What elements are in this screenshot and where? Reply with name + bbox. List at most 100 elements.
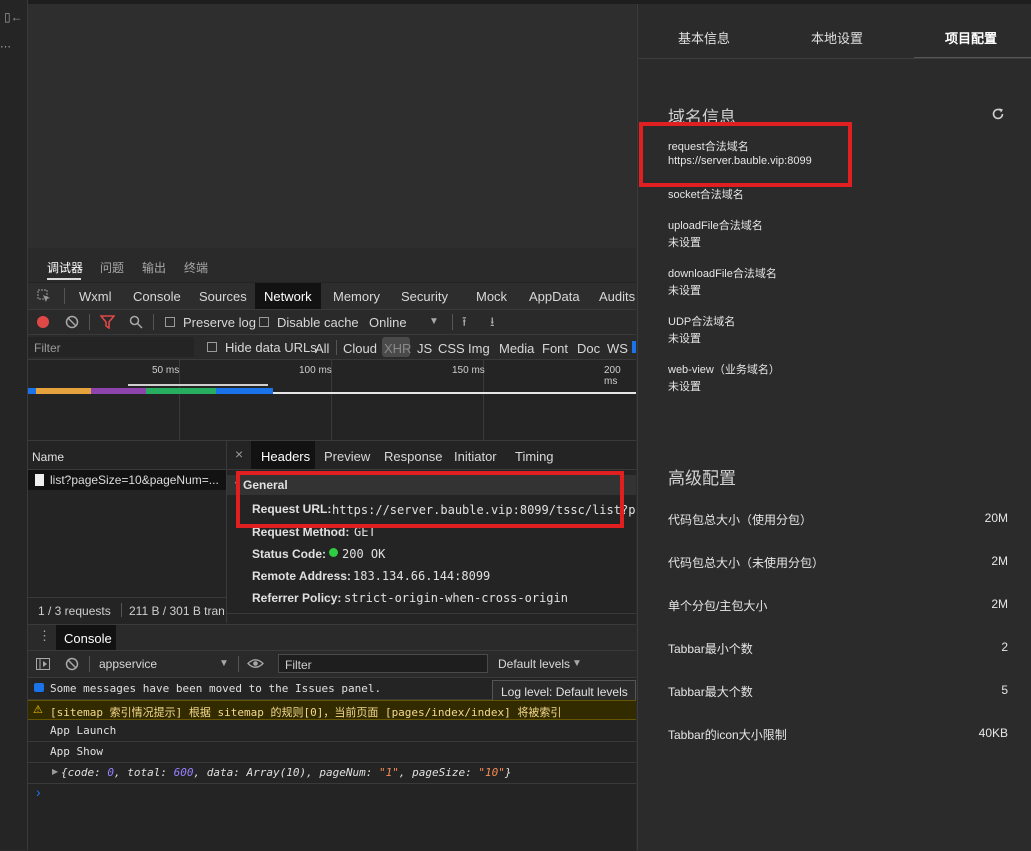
refresh-icon[interactable] [991, 107, 1005, 121]
tab-basic-info[interactable]: 基本信息 [678, 28, 730, 47]
timeline-bar-white [273, 392, 636, 394]
context-select[interactable]: appservice [99, 657, 157, 671]
filter-type-js[interactable]: JS [417, 341, 432, 356]
show-sidebar-icon[interactable] [36, 658, 50, 670]
table-row[interactable]: list?pageSize=10&pageNum=... [28, 470, 226, 490]
search-icon[interactable] [129, 315, 143, 329]
tab-security[interactable]: Security [401, 289, 448, 304]
domain-socket-label: socket合法域名 [668, 189, 744, 201]
console-object-row[interactable]: ▶ {code: 0, total: 600, data: Array(10),… [28, 763, 636, 784]
console-log-row: App Launch [28, 721, 636, 742]
filter-type-media[interactable]: Media [499, 341, 534, 356]
collapse-panel-icon[interactable]: ▯← [4, 10, 23, 24]
tab-memory[interactable]: Memory [333, 289, 380, 304]
filter-bar: Filter Hide data URLs All Cloud XHR JS C… [28, 335, 636, 360]
request-list: Name list?pageSize=10&pageNum=... 1 / 3 … [28, 441, 227, 623]
tab-initiator[interactable]: Initiator [454, 449, 497, 464]
export-har-icon[interactable]: ⭳ [490, 313, 495, 335]
levels-chevron-down-icon[interactable]: ▼ [572, 658, 582, 669]
expand-arrow-icon[interactable]: ▶ [52, 767, 58, 776]
tab-sources[interactable]: Sources [199, 289, 247, 304]
tab-mock[interactable]: Mock [476, 289, 507, 304]
tab-headers[interactable]: Headers [261, 449, 310, 464]
filter-type-xhr[interactable]: XHR [384, 341, 411, 356]
live-expression-eye-icon[interactable] [247, 658, 264, 669]
filter-type-img[interactable]: Img [468, 341, 490, 356]
referrer-policy-value: strict-origin-when-cross-origin [344, 591, 568, 605]
info-chat-icon [34, 683, 44, 692]
domain-download-value: 未设置 [668, 285, 701, 297]
tab-preview[interactable]: Preview [324, 449, 370, 464]
adv-row-value: 40KB [978, 726, 1008, 740]
project-settings-panel: 基本信息 本地设置 项目配置 域名信息 request合法域名 https://… [637, 4, 1031, 850]
console-filter-box[interactable]: Filter [278, 654, 488, 673]
domain-udp-label: UDP合法域名 [668, 316, 736, 328]
filter-input[interactable]: Filter [34, 341, 61, 355]
tab-project-config[interactable]: 项目配置 [945, 28, 997, 47]
simulator-area [28, 4, 636, 248]
obj-total-key: total [127, 766, 161, 779]
filter-type-ws[interactable]: WS [607, 341, 628, 356]
obj-pagesize-val: "10" [478, 766, 505, 779]
tab-network[interactable]: Network [264, 289, 312, 304]
timeline-tick-200: 200 ms [604, 365, 621, 387]
throttle-select[interactable]: Online [369, 315, 407, 330]
tab-output[interactable]: 输出 [142, 259, 166, 276]
domain-webview-value: 未设置 [668, 381, 701, 393]
context-chevron-down-icon[interactable]: ▼ [219, 658, 229, 669]
tab-issues[interactable]: 问题 [100, 259, 124, 276]
console-message-text: Some messages have been moved to the Iss… [50, 682, 382, 695]
hide-data-urls-checkbox[interactable] [207, 342, 217, 352]
more-icon[interactable]: ⋯ [0, 40, 11, 53]
status-code-value: 200 OK [342, 547, 386, 561]
tab-appdata[interactable]: AppData [529, 289, 580, 304]
clear-console-icon[interactable] [65, 657, 79, 671]
tab-audits[interactable]: Audits [599, 289, 635, 304]
panel-tabs-bar: Wxml Console Sources Network Memory Secu… [28, 283, 636, 310]
toolbar-divider [89, 314, 90, 330]
disable-cache-checkbox[interactable] [259, 317, 269, 327]
record-icon[interactable] [37, 316, 49, 328]
filter-type-cloud[interactable]: Cloud [343, 341, 377, 356]
tab-response[interactable]: Response [384, 449, 443, 464]
status-code-key: Status Code: [252, 547, 327, 561]
chevron-down-icon[interactable]: ▼ [429, 316, 439, 327]
drawer-menu-icon[interactable]: ⋮ [38, 628, 51, 644]
adv-row-label: 代码包总大小（未使用分包） [668, 556, 825, 570]
obj-pagenum-val: "1" [378, 766, 399, 779]
console-object-text: {code: 0, total: 600, data: Array(10), p… [61, 766, 512, 779]
tab-debugger[interactable]: 调试器 [47, 259, 83, 276]
tab-local-settings[interactable]: 本地设置 [811, 28, 863, 47]
filter-type-doc[interactable]: Doc [577, 341, 600, 356]
timeline-overview: 50 ms 100 ms 150 ms 200 ms [28, 360, 636, 441]
console-prompt[interactable]: › [36, 784, 41, 800]
adv-row-value: 20M [984, 511, 1008, 525]
preserve-log-checkbox[interactable] [165, 317, 175, 327]
obj-data-val: Array(10) [246, 766, 307, 779]
clear-icon[interactable] [65, 315, 79, 329]
tab-console[interactable]: Console [133, 289, 181, 304]
close-detail-icon[interactable]: × [235, 446, 243, 462]
filter-type-css[interactable]: CSS [438, 341, 465, 356]
tab-project-config-underline [914, 57, 1031, 58]
timeline-bar-purple [91, 388, 146, 394]
console-drawer-tab[interactable]: Console [64, 631, 112, 646]
request-list-header: Name [28, 441, 226, 470]
timeline-range-line [128, 384, 268, 386]
referrer-policy-key: Referrer Policy: [252, 591, 342, 605]
filter-type-all[interactable]: All [315, 341, 329, 356]
tab-timing[interactable]: Timing [515, 449, 554, 464]
request-count: 1 / 3 requests [38, 604, 111, 618]
section-divider [227, 613, 636, 614]
tab-terminal[interactable]: 终端 [184, 259, 208, 276]
filter-type-font[interactable]: Font [542, 341, 568, 356]
filter-funnel-icon[interactable] [100, 315, 115, 329]
tab-wxml[interactable]: Wxml [79, 289, 112, 304]
default-levels-select[interactable]: Default levels [498, 657, 570, 671]
warning-icon: ⚠ [33, 704, 43, 716]
request-detail: × Headers Preview Response Initiator Tim… [227, 441, 636, 623]
remote-address-key: Remote Address: [252, 569, 351, 583]
name-column-header[interactable]: Name [32, 450, 64, 464]
inspect-element-icon[interactable] [37, 289, 51, 303]
import-har-icon[interactable]: ⭱ [462, 313, 467, 335]
